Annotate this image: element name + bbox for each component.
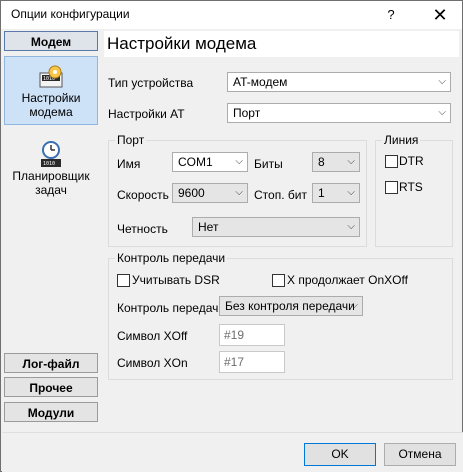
chevron-down-icon: ⌵ bbox=[438, 76, 446, 87]
nav-item-scheduler[interactable]: 1010 Планировщик задач bbox=[4, 135, 98, 211]
close-button[interactable]: ✕ bbox=[425, 4, 455, 26]
flow-group-title: Контроль передачи bbox=[115, 251, 228, 265]
modem-settings-icon: 1010 bbox=[39, 65, 63, 88]
parity-value: Нет bbox=[198, 220, 219, 234]
chevron-down-icon: ⌵ bbox=[350, 300, 358, 311]
dtr-label: DTR bbox=[399, 154, 424, 168]
scheduler-label-2: задач bbox=[35, 183, 67, 197]
chevron-down-icon: ⌵ bbox=[438, 107, 446, 118]
speed-select[interactable]: 9600 ⌵ bbox=[172, 183, 248, 203]
nav-header-other[interactable]: Прочее bbox=[4, 377, 98, 397]
flow-control-select[interactable]: Без контроля передачи ⌵ bbox=[219, 296, 363, 316]
title-bar: Опции конфигурации ? ✕ bbox=[1, 1, 462, 29]
rts-label: RTS bbox=[399, 180, 423, 194]
port-name-label: Имя bbox=[117, 157, 141, 171]
port-name-select[interactable]: COM1 ⌵ bbox=[172, 152, 248, 172]
xoff-input[interactable]: #19 bbox=[219, 324, 285, 346]
scheduler-label-1: Планировщик bbox=[12, 169, 90, 183]
rts-checkbox[interactable] bbox=[385, 181, 398, 194]
xonxoff-checkbox[interactable] bbox=[272, 274, 285, 287]
parity-label: Четность bbox=[117, 222, 168, 236]
port-name-value: COM1 bbox=[178, 155, 213, 169]
chevron-down-icon: ⌵ bbox=[235, 156, 243, 167]
chevron-down-icon: ⌵ bbox=[235, 187, 243, 198]
at-settings-select[interactable]: Порт ⌵ bbox=[227, 103, 451, 123]
speed-label: Скорость bbox=[117, 188, 169, 202]
bits-label: Биты bbox=[254, 157, 283, 171]
parity-select[interactable]: Нет ⌵ bbox=[192, 217, 360, 237]
modem-settings-label-2: модема bbox=[29, 105, 73, 119]
bits-select[interactable]: 8 ⌵ bbox=[312, 152, 360, 172]
bits-value: 8 bbox=[318, 155, 325, 169]
help-button[interactable]: ? bbox=[378, 4, 404, 26]
stopbits-value: 1 bbox=[318, 186, 325, 200]
stopbits-label: Стоп. бит bbox=[254, 188, 307, 202]
device-type-select[interactable]: AT-модем ⌵ bbox=[227, 72, 451, 92]
chevron-down-icon: ⌵ bbox=[347, 156, 355, 167]
xon-input[interactable]: #17 bbox=[219, 351, 285, 373]
nav-item-modem-settings[interactable]: 1010 Настройки модема bbox=[4, 56, 98, 125]
nav-header-log[interactable]: Лог-файл bbox=[4, 353, 98, 373]
device-type-value: AT-модем bbox=[233, 75, 288, 89]
speed-value: 9600 bbox=[178, 186, 205, 200]
chevron-down-icon: ⌵ bbox=[347, 221, 355, 232]
cancel-button[interactable]: Отмена bbox=[384, 443, 456, 466]
xoff-label: Символ XOff bbox=[117, 329, 188, 343]
device-type-label: Тип устройства bbox=[108, 76, 194, 90]
modem-settings-label-1: Настройки bbox=[21, 91, 81, 105]
content-panel: Настройки модема Тип устройства AT-модем… bbox=[101, 29, 462, 462]
xonxoff-label: X продолжает OnXOff bbox=[287, 273, 408, 287]
dsr-checkbox[interactable] bbox=[117, 274, 130, 287]
at-settings-value: Порт bbox=[233, 106, 261, 120]
nav-panel: Модем 1010 Настройки модема 1010 Планиро… bbox=[2, 29, 101, 462]
flow-control-value: Без контроля передачи bbox=[225, 299, 355, 313]
flow-control-label: Контроль передачи bbox=[117, 301, 226, 315]
chevron-down-icon: ⌵ bbox=[347, 187, 355, 198]
port-group-title: Порт bbox=[115, 133, 147, 147]
dtr-checkbox[interactable] bbox=[385, 155, 398, 168]
xon-label: Символ XOn bbox=[117, 356, 188, 370]
svg-text:1010: 1010 bbox=[43, 161, 55, 167]
window-title: Опции конфигурации bbox=[11, 7, 130, 21]
line-group-title: Линия bbox=[382, 133, 421, 147]
scheduler-icon: 1010 bbox=[41, 141, 61, 167]
nav-header-modules[interactable]: Модули bbox=[4, 402, 98, 422]
config-dialog: Опции конфигурации ? ✕ Модем 1010 Настро… bbox=[0, 0, 463, 472]
nav-header-modem[interactable]: Модем bbox=[4, 31, 98, 51]
ok-button[interactable]: OK bbox=[304, 443, 376, 466]
page-title: Настройки модема bbox=[104, 31, 459, 57]
dsr-label: Учитывать DSR bbox=[132, 273, 220, 287]
button-bar: OK Отмена bbox=[2, 432, 463, 472]
stopbits-select[interactable]: 1 ⌵ bbox=[312, 183, 360, 203]
at-settings-label: Настройки AT bbox=[108, 107, 185, 121]
